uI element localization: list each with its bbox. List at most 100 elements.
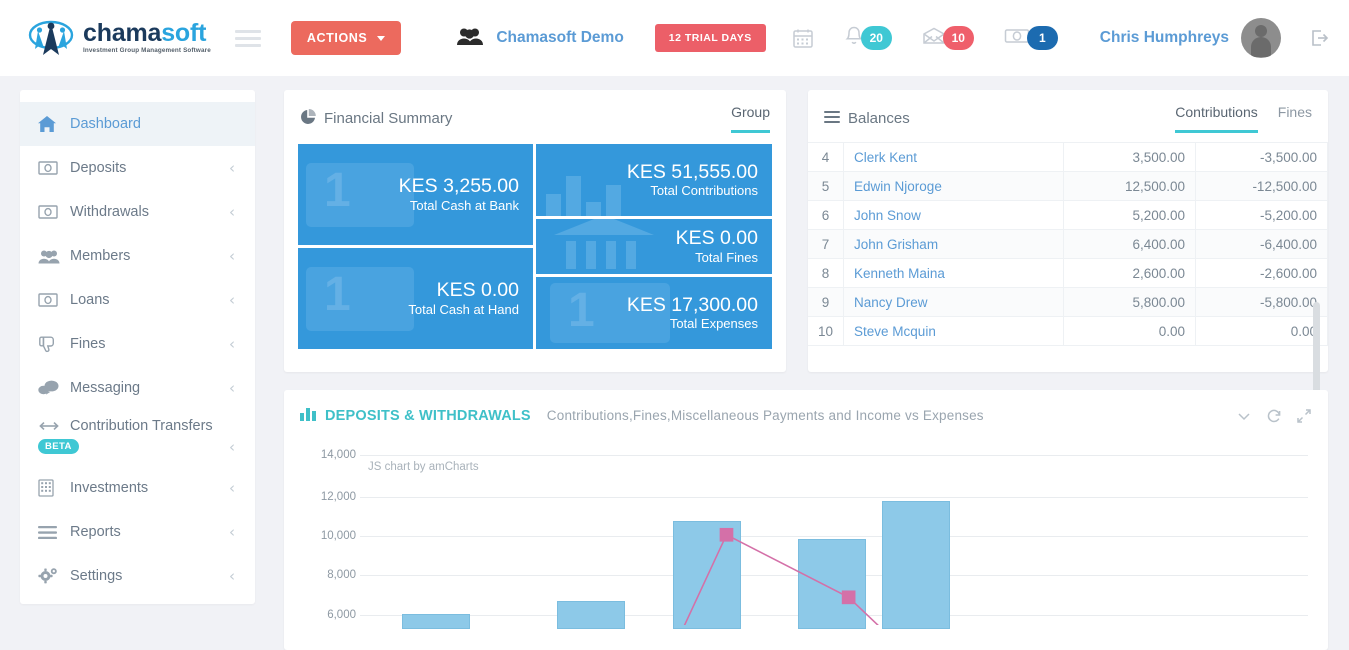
balances-table: 4 Clerk Kent 3,500.00 -3,500.00 5 Edwin … xyxy=(808,142,1328,346)
table-row[interactable]: 10 Steve Mcquin 0.00 0.00 xyxy=(808,316,1328,346)
sidebar-item-settings[interactable]: Settings ‹ xyxy=(20,554,255,598)
row-member-name[interactable]: Clerk Kent xyxy=(843,142,1064,172)
messages-envelope[interactable]: 10 xyxy=(922,26,974,51)
banknote-art-icon xyxy=(306,266,414,331)
chevron-left-icon: ‹ xyxy=(229,437,235,456)
table-row[interactable]: 4 Clerk Kent 3,500.00 -3,500.00 xyxy=(808,142,1328,172)
users-icon xyxy=(38,249,62,264)
tile-total-cash-at-hand[interactable]: KES 0.00 Total Cash at Hand xyxy=(298,248,533,349)
row-amount: 3,500.00 xyxy=(1063,142,1196,172)
tile-total-fines[interactable]: KES 0.00 Total Fines xyxy=(536,218,772,275)
row-index: 4 xyxy=(808,142,845,172)
chart-subtitle: Contributions,Fines,Miscellaneous Paymen… xyxy=(546,408,984,423)
menu-toggle[interactable] xyxy=(234,26,261,51)
financial-summary-tabs: Group xyxy=(731,104,770,133)
row-index: 10 xyxy=(808,316,845,346)
chevron-left-icon: ‹ xyxy=(229,158,235,177)
row-member-name[interactable]: Nancy Drew xyxy=(843,287,1064,317)
row-amount: 2,600.00 xyxy=(1063,258,1196,288)
money-icon xyxy=(38,293,62,307)
table-row[interactable]: 9 Nancy Drew 5,800.00 -5,800.00 xyxy=(808,287,1328,317)
tile-total-cash-at-bank[interactable]: KES 3,255.00 Total Cash at Bank xyxy=(298,144,533,245)
row-index: 9 xyxy=(808,287,845,317)
financial-summary-title: Financial Summary xyxy=(324,110,453,127)
sidebar-item-loans[interactable]: Loans ‹ xyxy=(20,278,255,322)
chart-line-marker xyxy=(719,527,734,542)
sidebar-item-label: Reports xyxy=(70,524,121,540)
chart-plot-area: JS chart by amCharts 14,000 12,000 10,00… xyxy=(298,439,1314,629)
table-row[interactable]: 7 John Grisham 6,400.00 -6,400.00 xyxy=(808,229,1328,259)
row-amount: 5,800.00 xyxy=(1063,287,1196,317)
sidebar-item-investments[interactable]: Investments ‹ xyxy=(20,466,255,510)
row-balance: -2,600.00 xyxy=(1195,258,1328,288)
sidebar-item-dashboard[interactable]: Dashboard xyxy=(20,102,255,146)
thumbs-down-icon xyxy=(38,336,62,353)
bar-chart-art-icon xyxy=(546,175,621,216)
sidebar-item-label: Withdrawals xyxy=(70,204,149,220)
tile-amount: KES 0.00 xyxy=(675,227,758,250)
chart-line-marker xyxy=(841,590,856,605)
logout-icon[interactable] xyxy=(1307,26,1331,50)
refresh-icon[interactable] xyxy=(1266,408,1282,424)
row-amount: 5,200.00 xyxy=(1063,200,1196,230)
tiles-column-right: KES 51,555.00 Total Contributions KES 0.… xyxy=(536,144,772,350)
payments-money[interactable]: 1 xyxy=(1004,26,1058,50)
bank-art-icon xyxy=(550,218,658,274)
expand-icon[interactable] xyxy=(1296,408,1312,424)
tab-fines[interactable]: Fines xyxy=(1278,104,1312,133)
ytick-label: 12,000 xyxy=(320,491,356,503)
group-selector[interactable]: Chamasoft Demo xyxy=(456,26,624,51)
money-icon xyxy=(1004,27,1030,50)
tile-amount: KES 17,300.00 xyxy=(626,293,758,316)
sidebar-item-deposits[interactable]: Deposits ‹ xyxy=(20,146,255,190)
sidebar-item-withdrawals[interactable]: Withdrawals ‹ xyxy=(20,190,255,234)
row-amount: 6,400.00 xyxy=(1063,229,1196,259)
ytick-label: 8,000 xyxy=(327,569,356,581)
pie-chart-icon xyxy=(300,108,316,129)
app-logo[interactable]: chamasoft Investment Group Management So… xyxy=(28,15,211,61)
balances-tabs: Contributions Fines xyxy=(1175,104,1312,133)
sidebar-item-fines[interactable]: Fines ‹ xyxy=(20,322,255,366)
chamasoft-logo-icon xyxy=(28,15,74,61)
group-name: Chamasoft Demo xyxy=(496,29,624,46)
tab-group[interactable]: Group xyxy=(731,104,770,133)
chart-toolbar xyxy=(1236,408,1312,424)
table-row[interactable]: 6 John Snow 5,200.00 -5,200.00 xyxy=(808,200,1328,230)
financial-summary-panel: Financial Summary Group KES 3,255.00 Tot… xyxy=(284,90,786,372)
sidebar-item-members[interactable]: Members ‹ xyxy=(20,234,255,278)
row-member-name[interactable]: Edwin Njoroge xyxy=(843,171,1064,201)
tile-total-expenses[interactable]: KES 17,300.00 Total Expenses xyxy=(536,277,772,350)
chevron-left-icon: ‹ xyxy=(229,566,235,585)
collapse-icon[interactable] xyxy=(1236,408,1252,424)
row-member-name[interactable]: Kenneth Maina xyxy=(843,258,1064,288)
financial-summary-header: Financial Summary Group xyxy=(284,90,786,133)
tab-contributions[interactable]: Contributions xyxy=(1175,104,1258,133)
notifications-bell[interactable]: 20 xyxy=(844,25,892,52)
trial-days-badge[interactable]: 12 TRIAL DAYS xyxy=(654,24,766,52)
table-row[interactable]: 8 Kenneth Maina 2,600.00 -2,600.00 xyxy=(808,258,1328,288)
chart-title: DEPOSITS & WITHDRAWALS xyxy=(325,407,531,424)
sidebar-item-reports[interactable]: Reports ‹ xyxy=(20,510,255,554)
row-member-name[interactable]: John Grisham xyxy=(843,229,1064,259)
actions-button[interactable]: ACTIONS xyxy=(290,21,402,55)
tile-label: Total Cash at Bank xyxy=(409,197,519,213)
row-member-name[interactable]: John Snow xyxy=(843,200,1064,230)
balances-title: Balances xyxy=(848,110,910,127)
sidebar-item-label: Investments xyxy=(70,480,149,496)
chevron-left-icon: ‹ xyxy=(229,246,235,265)
tile-total-contributions[interactable]: KES 51,555.00 Total Contributions xyxy=(536,144,772,216)
table-row[interactable]: 5 Edwin Njoroge 12,500.00 -12,500.00 xyxy=(808,171,1328,201)
money-icon xyxy=(38,205,62,219)
row-member-name[interactable]: Steve Mcquin xyxy=(843,316,1064,346)
avatar[interactable] xyxy=(1241,18,1281,58)
row-balance: -12,500.00 xyxy=(1195,171,1328,201)
calendar-icon[interactable] xyxy=(792,27,814,49)
row-balance: -5,800.00 xyxy=(1195,287,1328,317)
sidebar-item-messaging[interactable]: Messaging ‹ xyxy=(20,366,255,410)
comments-icon xyxy=(38,380,62,396)
money-icon xyxy=(38,161,62,175)
bell-badge-count: 20 xyxy=(860,26,892,50)
sidebar-item-contribution-transfers[interactable]: Contribution Transfers BETA ‹ xyxy=(20,410,255,466)
logo-word-soft: soft xyxy=(161,19,207,48)
username-label[interactable]: Chris Humphreys xyxy=(1100,29,1229,47)
